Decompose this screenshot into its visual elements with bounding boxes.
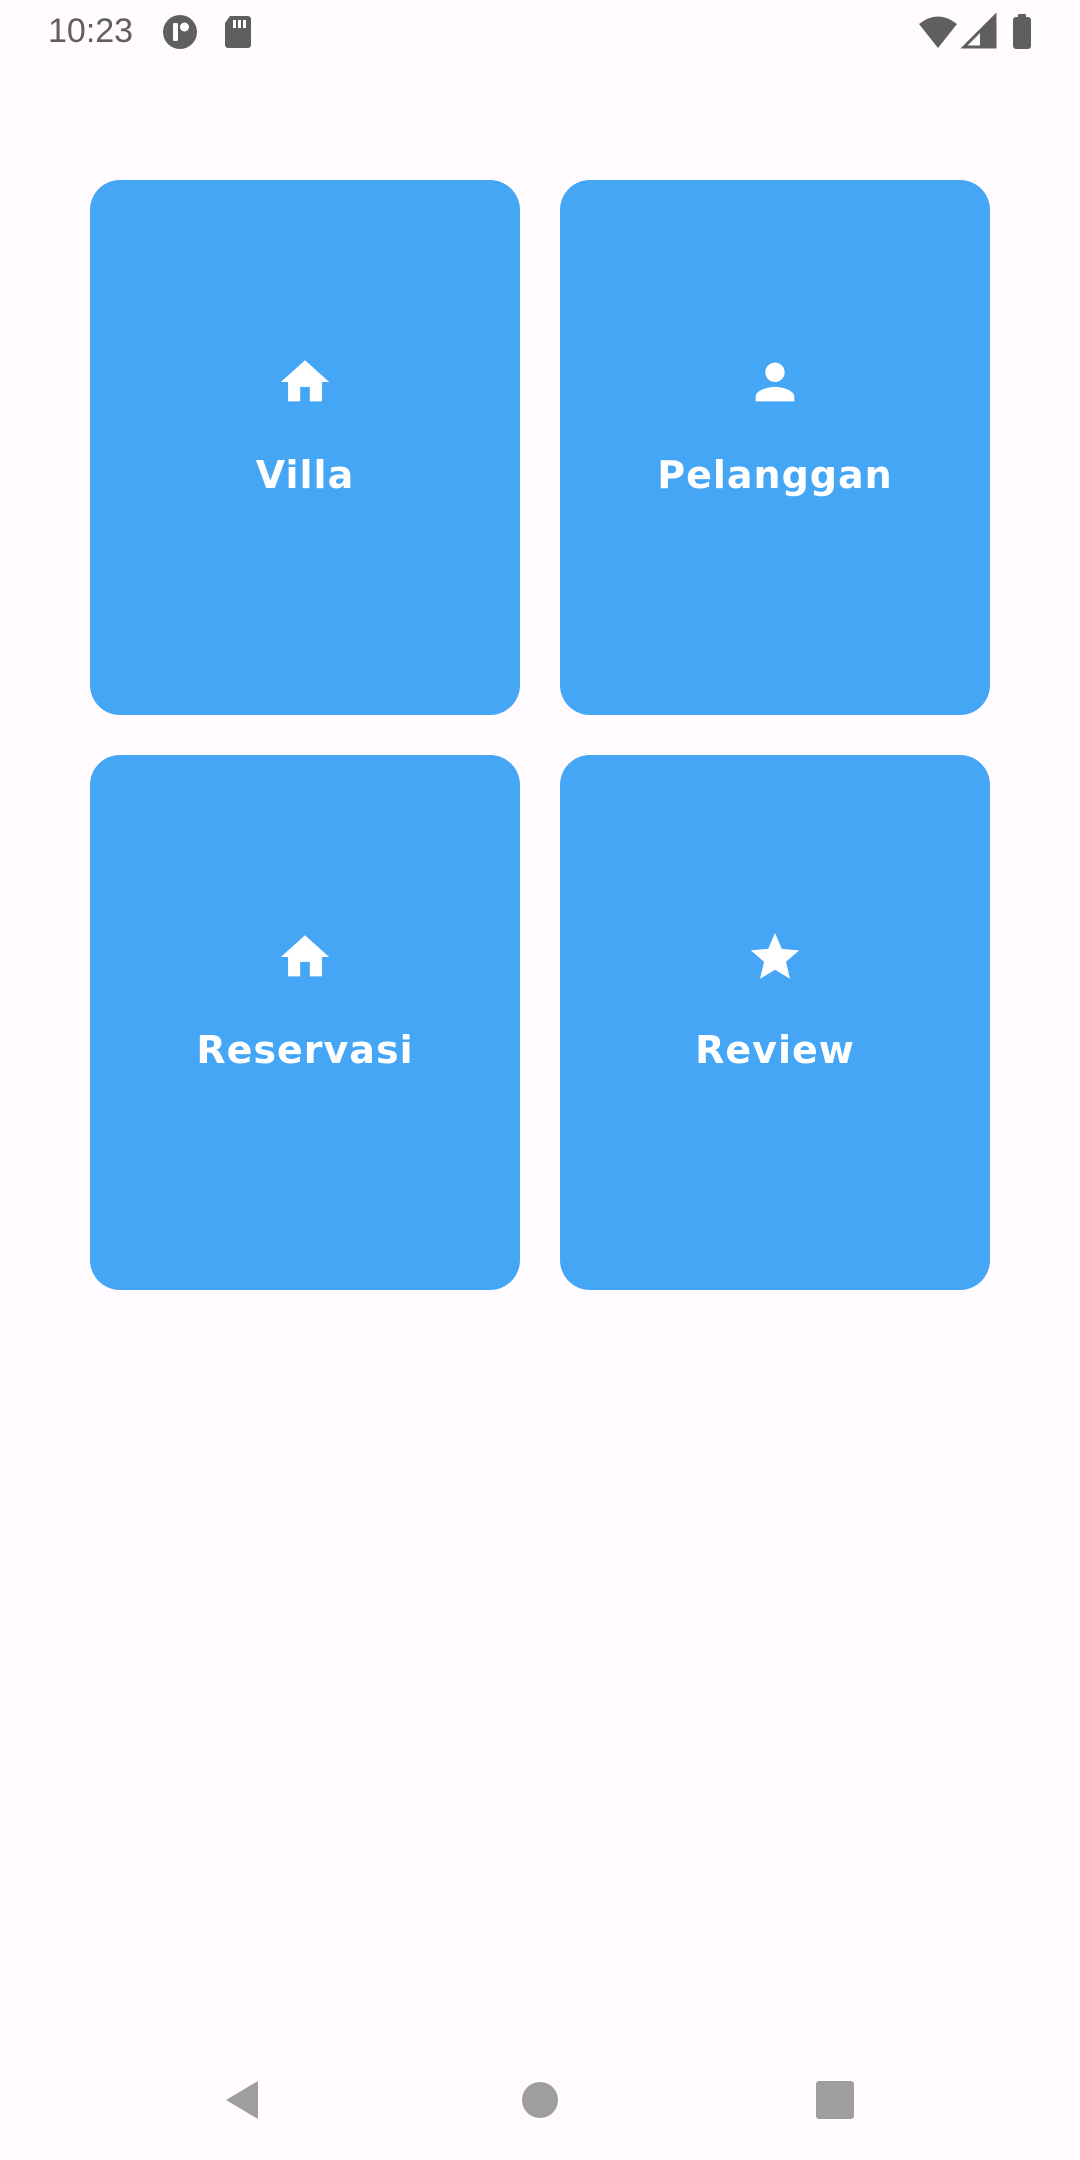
villa-button[interactable]: Villa bbox=[90, 180, 520, 715]
status-bar: 10:23 bbox=[0, 0, 1080, 62]
pelanggan-label: Pelanggan bbox=[657, 452, 893, 497]
wifi-icon bbox=[918, 12, 958, 52]
person-icon bbox=[746, 353, 804, 411]
cell-signal-icon bbox=[960, 12, 1000, 52]
ring-app-icon bbox=[160, 12, 200, 52]
status-time: 10:23 bbox=[48, 12, 134, 50]
review-button[interactable]: Review bbox=[560, 755, 990, 1290]
reservasi-button[interactable]: Reservasi bbox=[90, 755, 520, 1290]
back-icon[interactable] bbox=[212, 2070, 272, 2130]
home-circle-icon[interactable] bbox=[510, 2070, 570, 2130]
review-label: Review bbox=[695, 1027, 855, 1072]
recents-icon[interactable] bbox=[805, 2070, 865, 2130]
battery-icon bbox=[1002, 12, 1042, 52]
star-icon bbox=[746, 928, 804, 986]
navigation-bar bbox=[0, 2040, 1080, 2160]
home-icon bbox=[276, 928, 334, 986]
pelanggan-button[interactable]: Pelanggan bbox=[560, 180, 990, 715]
sd-card-icon bbox=[218, 12, 258, 52]
home-icon bbox=[276, 353, 334, 411]
villa-label: Villa bbox=[255, 452, 355, 497]
reservasi-label: Reservasi bbox=[196, 1027, 414, 1072]
